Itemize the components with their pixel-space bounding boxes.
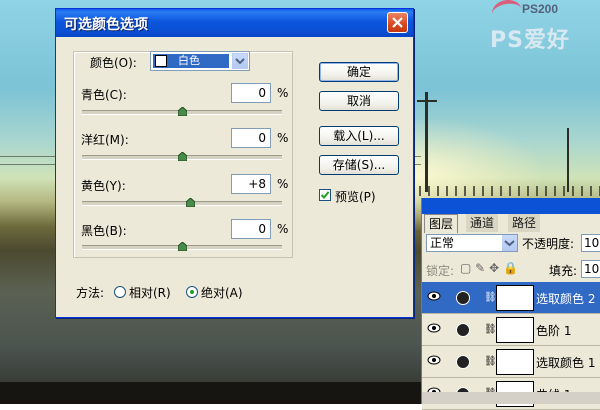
dialog-titlebar[interactable]: 可选颜色选项 <box>56 9 413 37</box>
preview-checkbox[interactable] <box>319 189 331 201</box>
close-button[interactable] <box>387 12 408 33</box>
eye-icon[interactable] <box>427 355 441 365</box>
preview-label: 预览(P) <box>335 190 376 204</box>
chevron-down-icon[interactable] <box>502 235 517 251</box>
yellow-slider-thumb[interactable] <box>185 198 195 207</box>
opacity-label: 不透明度: <box>522 237 575 251</box>
lock-move-icon[interactable]: ✥ <box>489 261 499 275</box>
cyan-input[interactable]: 0 <box>231 83 271 103</box>
dialog-title: 可选颜色选项 <box>64 17 148 33</box>
ok-button[interactable]: 确定 <box>319 62 399 82</box>
layer-name: 选取颜色 2 <box>536 292 596 306</box>
magenta-unit: % <box>277 131 289 145</box>
black-unit: % <box>277 222 289 236</box>
layers-panel-titlebar[interactable] <box>422 198 600 214</box>
lock-all-icon[interactable]: 🔒 <box>503 261 518 275</box>
yellow-input[interactable]: +8 <box>231 174 271 194</box>
layer-name: 色阶 1 <box>536 324 572 338</box>
watermark-line1: PS200 <box>522 2 559 16</box>
method-label: 方法: <box>76 286 105 300</box>
layers-panel: 图层 通道 路径 正常 不透明度: 100 锁定: ▢ ✎ ✥ 🔒 填充: 10… <box>421 198 600 410</box>
chevron-down-icon[interactable] <box>232 53 248 69</box>
link-icon: ⛓ <box>484 324 497 335</box>
fill-input[interactable]: 100 <box>581 260 600 278</box>
color-select[interactable]: 白色 <box>150 51 250 71</box>
layer-name: 选取颜色 1 <box>536 356 596 370</box>
cyan-label: 青色(C): <box>81 88 127 102</box>
watermark-line2: PS爱好 <box>490 28 570 53</box>
blend-mode-select[interactable]: 正常 <box>426 234 518 252</box>
yellow-unit: % <box>277 177 289 191</box>
cyan-unit: % <box>277 86 289 100</box>
adjustment-layer-icon <box>456 323 470 337</box>
layer-row[interactable]: ⛓ 色阶 1 <box>422 314 600 346</box>
color-select-value: 白色 <box>178 54 200 67</box>
cancel-button[interactable]: 取消 <box>319 91 399 111</box>
link-icon: ⛓ <box>484 292 497 303</box>
black-input[interactable]: 0 <box>231 219 271 239</box>
layer-row[interactable]: ⛓ 选取颜色 2 <box>422 282 600 314</box>
layer-row[interactable]: ⛓ 选取颜色 1 <box>422 346 600 378</box>
bottom-strip <box>0 382 421 404</box>
eye-icon[interactable] <box>427 323 441 333</box>
utility-pole <box>417 100 437 102</box>
selective-color-dialog: 可选颜色选项 颜色(O): 白色 青色(C): 0 % 洋红(M): 0 % 黄… <box>55 8 414 318</box>
layer-mask-thumbnail[interactable] <box>496 349 534 375</box>
load-button[interactable]: 载入(L)... <box>319 126 399 146</box>
yellow-slider-track[interactable] <box>82 201 282 206</box>
utility-pole <box>425 92 428 192</box>
tab-channels[interactable]: 通道 <box>466 214 499 232</box>
method-relative-radio[interactable] <box>114 286 126 298</box>
fill-label: 填充: <box>549 264 578 278</box>
magenta-slider-thumb[interactable] <box>177 152 187 161</box>
adjustment-layer-icon <box>456 355 470 369</box>
color-swatch <box>155 55 167 67</box>
magenta-label: 洋红(M): <box>81 133 129 147</box>
tab-layers[interactable]: 图层 <box>424 214 459 233</box>
method-relative-label: 相对(R) <box>129 286 171 300</box>
eye-icon[interactable] <box>427 291 441 301</box>
tab-paths[interactable]: 路径 <box>508 214 541 232</box>
link-icon: ⛓ <box>484 356 497 367</box>
layers-panel-toolbar <box>422 392 600 404</box>
method-absolute-label: 绝对(A) <box>201 286 243 300</box>
lock-paint-icon[interactable]: ✎ <box>475 261 485 275</box>
radio-selected-dot <box>190 290 194 294</box>
colors-label: 颜色(O): <box>90 56 137 70</box>
lock-label: 锁定: <box>426 264 455 278</box>
adjustment-layer-icon <box>456 291 470 305</box>
save-button[interactable]: 存储(S)... <box>319 155 399 175</box>
method-absolute-radio[interactable] <box>186 286 198 298</box>
blend-mode-value: 正常 <box>430 236 455 250</box>
utility-pole <box>567 128 569 192</box>
watermark-logo: PS200 PS爱好 <box>490 0 600 54</box>
lock-icons[interactable]: ▢ ✎ ✥ 🔒 <box>460 261 518 275</box>
checkmark-icon <box>320 191 330 199</box>
magenta-input[interactable]: 0 <box>231 128 271 148</box>
black-label: 黑色(B): <box>81 224 127 238</box>
layer-mask-thumbnail[interactable] <box>496 317 534 343</box>
yellow-label: 黄色(Y): <box>81 179 126 193</box>
lock-transparency-icon[interactable]: ▢ <box>460 261 471 275</box>
cyan-slider-thumb[interactable] <box>177 107 187 116</box>
layer-mask-thumbnail[interactable] <box>496 285 534 311</box>
fence <box>410 186 600 196</box>
opacity-input[interactable]: 100 <box>581 234 600 252</box>
close-icon <box>392 17 403 28</box>
black-slider-thumb[interactable] <box>177 242 187 251</box>
